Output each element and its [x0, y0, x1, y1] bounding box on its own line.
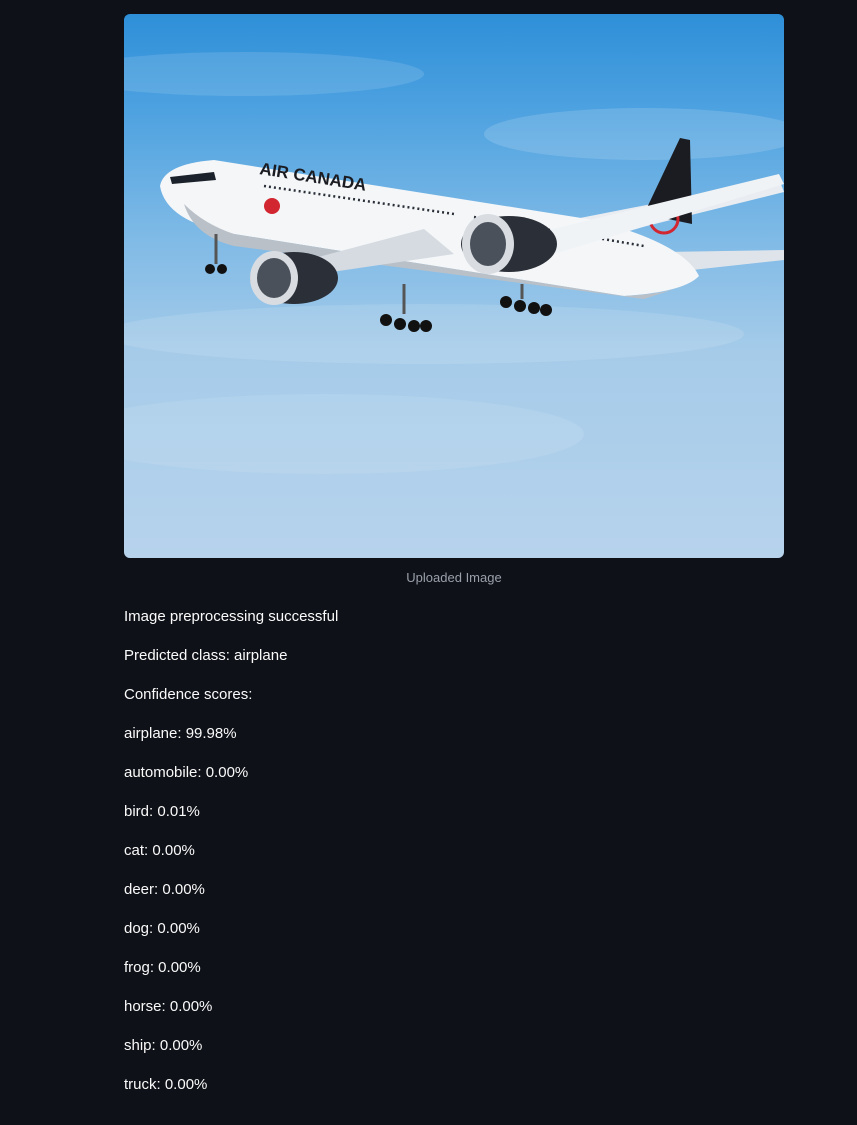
confidence-header: Confidence scores: — [124, 686, 253, 703]
score-horse: horse: 0.00% — [124, 998, 213, 1015]
score-airplane: airplane: 99.98% — [124, 725, 237, 742]
preprocessing-status: Image preprocessing successful — [124, 608, 339, 625]
score-ship: ship: 0.00% — [124, 1037, 203, 1054]
image-caption: Uploaded Image — [406, 570, 502, 585]
score-cat: cat: 0.00% — [124, 842, 195, 859]
score-frog: frog: 0.00% — [124, 959, 201, 976]
score-truck: truck: 0.00% — [124, 1076, 208, 1093]
predicted-class: Predicted class: airplane — [124, 647, 288, 664]
prediction-results: Image preprocessing successful Predicted… — [124, 608, 784, 1117]
score-deer: deer: 0.00% — [124, 881, 205, 898]
uploaded-image: AIR CANADA — [124, 14, 784, 558]
score-automobile: automobile: 0.00% — [124, 764, 249, 781]
main-content: AIR CANADA Uploaded Image Image preproce… — [124, 14, 784, 1117]
score-dog: dog: 0.00% — [124, 920, 200, 937]
airplane-photo: AIR CANADA — [124, 52, 784, 474]
score-bird: bird: 0.01% — [124, 803, 200, 820]
